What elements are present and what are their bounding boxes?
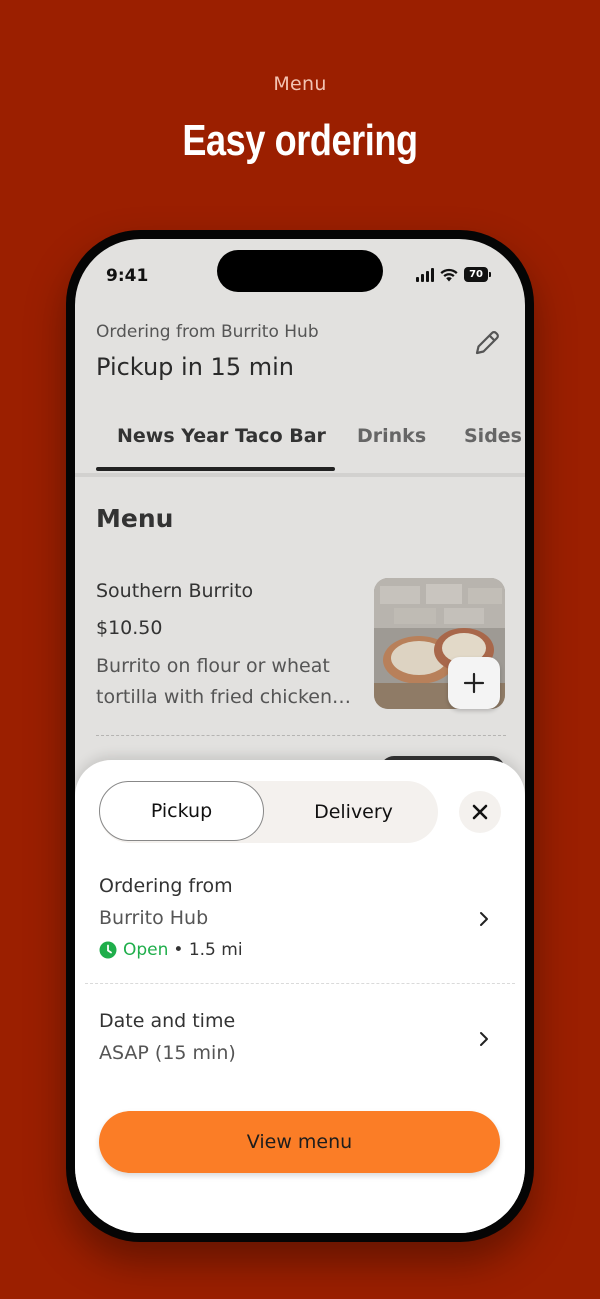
store-name: Burrito Hub <box>99 907 209 929</box>
tab-sides[interactable]: Sides <box>464 425 522 447</box>
delivery-option[interactable]: Delivery <box>269 781 438 843</box>
battery-icon: 70 <box>464 267 488 282</box>
clock-icon <box>99 941 117 959</box>
tab-news-year-taco-bar[interactable]: News Year Taco Bar <box>117 425 326 447</box>
status-icons: 70 <box>416 267 491 282</box>
open-status: Open <box>123 940 169 960</box>
row-divider <box>85 983 515 984</box>
close-button[interactable] <box>459 791 501 833</box>
menu-heading: Menu <box>96 504 174 533</box>
add-item-button[interactable] <box>448 657 500 709</box>
headline: Easy ordering <box>182 116 418 165</box>
close-icon <box>472 804 488 820</box>
pencil-icon[interactable] <box>471 327 503 359</box>
dynamic-island <box>217 250 383 292</box>
active-tab-indicator <box>96 467 335 471</box>
store-distance: • 1.5 mi <box>173 940 243 960</box>
pickup-title: Pickup in 15 min <box>96 353 294 381</box>
status-time: 9:41 <box>106 266 149 286</box>
pickup-option[interactable]: Pickup <box>99 781 264 841</box>
tabs-divider <box>75 473 525 477</box>
category-tabs: News Year Taco Bar Drinks Sides <box>75 414 525 474</box>
item-name[interactable]: Southern Burrito <box>96 580 253 602</box>
item-description: Burrito on flour or wheat tortilla with … <box>96 655 352 708</box>
chevron-right-icon[interactable] <box>475 910 493 928</box>
battery-tip <box>489 272 491 277</box>
wifi-icon <box>440 268 458 282</box>
view-menu-button[interactable]: View menu <box>99 1111 500 1173</box>
tab-drinks[interactable]: Drinks <box>357 425 426 447</box>
item-price: $10.50 <box>96 617 163 639</box>
order-mode-sheet: Pickup Delivery Ordering from Burrito Hu… <box>75 760 525 1233</box>
signal-icon <box>416 267 435 282</box>
phone-screen: 9:41 70 Ordering from Burrito Hub Pickup… <box>75 239 525 1233</box>
mode-segmented-control: Pickup Delivery <box>99 781 438 843</box>
chevron-right-icon[interactable] <box>475 1030 493 1048</box>
store-status: Open • 1.5 mi <box>99 940 243 960</box>
phone-frame: 9:41 70 Ordering from Burrito Hub Pickup… <box>66 230 534 1242</box>
ordering-from-label: Ordering from Burrito Hub <box>96 322 319 342</box>
plus-icon <box>463 672 485 694</box>
ordering-from-title[interactable]: Ordering from <box>99 875 233 897</box>
item-divider <box>96 735 506 736</box>
eyebrow: Menu <box>273 73 327 95</box>
date-time-value: ASAP (15 min) <box>99 1042 236 1064</box>
date-time-title[interactable]: Date and time <box>99 1010 235 1032</box>
